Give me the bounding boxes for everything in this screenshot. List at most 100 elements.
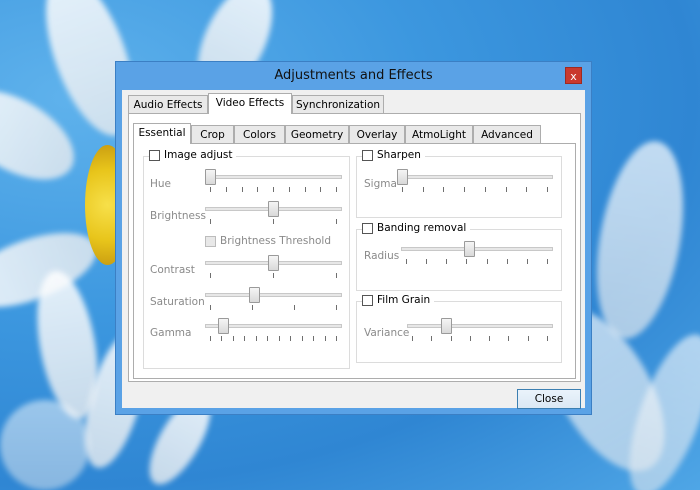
- slider-tick: [431, 336, 432, 341]
- slider-tick: [489, 336, 490, 341]
- slider-tick: [226, 187, 227, 192]
- tab-atmolight[interactable]: AtmoLight: [405, 125, 473, 143]
- sharpen-checkbox[interactable]: [362, 149, 373, 161]
- variance-slider[interactable]: [407, 318, 553, 341]
- slider-ticks: [205, 187, 342, 192]
- tab-audio-effects[interactable]: Audio Effects: [128, 95, 208, 113]
- slider-tick: [257, 187, 258, 192]
- saturation-slider[interactable]: [205, 287, 342, 310]
- slider-tick: [336, 219, 337, 224]
- image-adjust-toggle[interactable]: Image adjust: [149, 149, 237, 161]
- radius-slider[interactable]: [401, 241, 553, 264]
- slider-ticks: [205, 336, 342, 341]
- close-button[interactable]: Close: [517, 389, 581, 409]
- slider-thumb[interactable]: [268, 255, 279, 271]
- slider-tick: [302, 336, 303, 341]
- saturation-label: Saturation: [150, 296, 205, 308]
- window-title: Adjustments and Effects: [274, 68, 433, 83]
- slider-tick: [290, 336, 291, 341]
- tab-essential[interactable]: Essential: [133, 123, 191, 144]
- brightness-threshold-checkbox[interactable]: [205, 235, 216, 247]
- slider-tick: [443, 187, 444, 192]
- slider-tick: [242, 187, 243, 192]
- slider-track[interactable]: [205, 175, 342, 179]
- slider-track[interactable]: [401, 247, 553, 251]
- slider-tick: [244, 336, 245, 341]
- hue-label: Hue: [150, 178, 172, 190]
- gamma-slider[interactable]: [205, 318, 342, 341]
- slider-tick: [528, 336, 529, 341]
- image-adjust-checkbox[interactable]: [149, 149, 160, 161]
- slider-tick: [485, 187, 486, 192]
- contrast-slider[interactable]: [205, 255, 342, 278]
- dialog-client-area: Audio Effects Video Effects Synchronizat…: [122, 90, 585, 409]
- slider-tick: [527, 259, 528, 264]
- flower-petal: [0, 400, 90, 490]
- close-icon[interactable]: x: [565, 67, 582, 84]
- slider-tick: [273, 273, 274, 278]
- brightness-slider[interactable]: [205, 201, 342, 224]
- slider-tick: [547, 187, 548, 192]
- image-adjust-label: Image adjust: [164, 149, 233, 161]
- slider-tick: [320, 187, 321, 192]
- slider-tick: [256, 336, 257, 341]
- film-grain-checkbox[interactable]: [362, 294, 373, 306]
- sigma-slider[interactable]: [397, 169, 553, 192]
- slider-ticks: [401, 259, 553, 264]
- slider-thumb[interactable]: [268, 201, 279, 217]
- slider-tick: [470, 336, 471, 341]
- slider-tick: [273, 219, 274, 224]
- slider-ticks: [205, 273, 342, 278]
- contrast-label: Contrast: [150, 264, 195, 276]
- slider-tick: [426, 259, 427, 264]
- brightness-threshold-toggle[interactable]: Brightness Threshold: [205, 235, 335, 247]
- hue-slider[interactable]: [205, 169, 342, 192]
- slider-tick: [487, 259, 488, 264]
- slider-ticks: [407, 336, 553, 341]
- slider-thumb[interactable]: [441, 318, 452, 334]
- sharpen-toggle[interactable]: Sharpen: [362, 149, 425, 161]
- banding-removal-toggle[interactable]: Banding removal: [362, 222, 471, 234]
- tab-geometry[interactable]: Geometry: [285, 125, 349, 143]
- tab-advanced[interactable]: Advanced: [473, 125, 541, 143]
- sigma-label: Sigma: [364, 178, 397, 190]
- gamma-label: Gamma: [150, 327, 192, 339]
- radius-label: Radius: [364, 250, 400, 262]
- slider-tick: [466, 259, 467, 264]
- slider-tick: [210, 336, 211, 341]
- slider-tick: [423, 187, 424, 192]
- slider-tick: [526, 187, 527, 192]
- slider-track[interactable]: [397, 175, 553, 179]
- brightness-label: Brightness: [150, 210, 206, 222]
- slider-thumb[interactable]: [218, 318, 229, 334]
- video-effects-panel: Essential Crop Colors Geometry Overlay A…: [128, 113, 581, 382]
- tab-synchronization[interactable]: Synchronization: [292, 95, 384, 113]
- tab-colors[interactable]: Colors: [234, 125, 285, 143]
- slider-tick: [305, 187, 306, 192]
- tab-overlay[interactable]: Overlay: [349, 125, 405, 143]
- slider-tick: [267, 336, 268, 341]
- film-grain-toggle[interactable]: Film Grain: [362, 294, 435, 306]
- slider-tick: [406, 259, 407, 264]
- slider-thumb[interactable]: [464, 241, 475, 257]
- flower-petal: [583, 134, 697, 346]
- slider-tick: [289, 187, 290, 192]
- slider-tick: [294, 305, 295, 310]
- slider-track[interactable]: [407, 324, 553, 328]
- tab-crop[interactable]: Crop: [191, 125, 234, 143]
- slider-tick: [210, 273, 211, 278]
- slider-track[interactable]: [205, 293, 342, 297]
- film-grain-label: Film Grain: [377, 294, 431, 306]
- title-bar[interactable]: Adjustments and Effects x: [116, 62, 591, 90]
- slider-tick: [464, 187, 465, 192]
- slider-tick: [336, 187, 337, 192]
- slider-thumb[interactable]: [205, 169, 216, 185]
- banding-removal-checkbox[interactable]: [362, 222, 373, 234]
- slider-tick: [325, 336, 326, 341]
- tab-video-effects[interactable]: Video Effects: [208, 93, 292, 114]
- slider-tick: [508, 336, 509, 341]
- slider-thumb[interactable]: [397, 169, 408, 185]
- banding-removal-label: Banding removal: [377, 222, 467, 234]
- slider-tick: [547, 336, 548, 341]
- slider-thumb[interactable]: [249, 287, 260, 303]
